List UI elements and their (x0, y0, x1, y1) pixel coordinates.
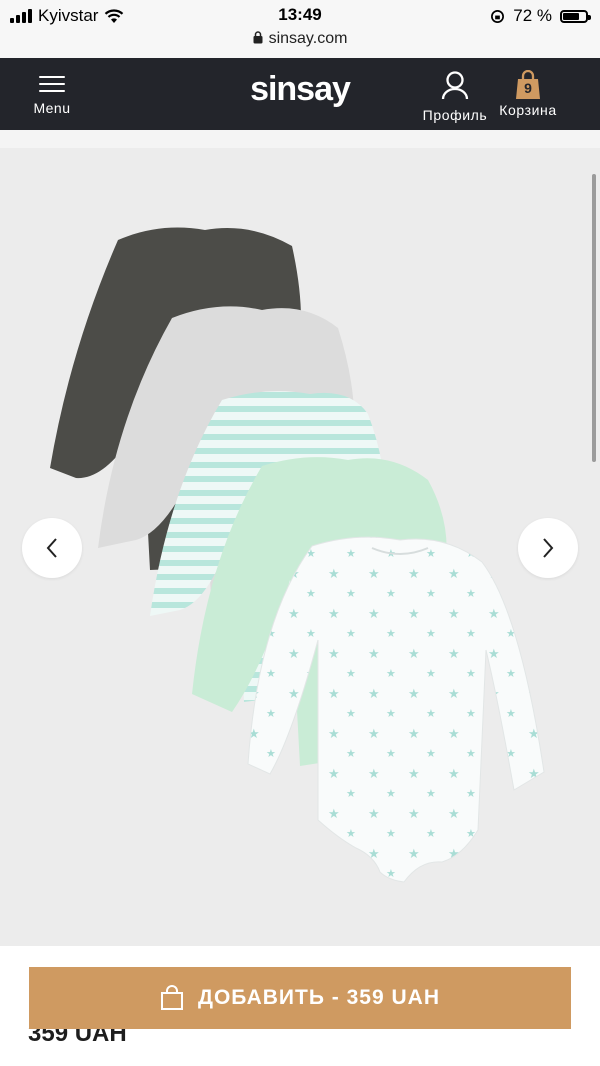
add-to-cart-button[interactable]: ДОБАВИТЬ - 359 UAH (29, 967, 571, 1029)
cart-button[interactable]: 9 Корзина (494, 69, 562, 118)
cart-bag-icon: 9 (515, 69, 541, 100)
battery-icon (560, 9, 591, 23)
site-header: Menu sinsay Профиль 9 Корзина (0, 58, 600, 130)
bodysuit-white-stars (247, 536, 545, 883)
lock-icon (253, 31, 263, 44)
cart-label: Корзина (499, 102, 557, 118)
profile-button[interactable]: Профиль (420, 70, 490, 123)
user-icon (441, 71, 469, 100)
chevron-right-icon (543, 538, 554, 558)
battery-percent: 72 % (513, 6, 552, 25)
cart-count-badge: 9 (524, 80, 532, 96)
status-bar: Kyivstar 13:49 72 % sinsay.com (0, 0, 600, 59)
previous-image-button[interactable] (22, 518, 82, 578)
url-text: sinsay.com (268, 30, 348, 47)
header-gap (0, 130, 600, 148)
profile-label: Профиль (422, 107, 488, 123)
orientation-lock-icon (491, 9, 505, 23)
add-to-cart-label: ДОБАВИТЬ - 359 UAH (198, 986, 440, 1009)
address-bar[interactable]: sinsay.com (0, 30, 600, 48)
product-image-gallery[interactable]: ★ ★ (0, 148, 600, 946)
status-right: 72 % (490, 6, 591, 26)
chevron-left-icon (46, 538, 57, 558)
product-image: ★ ★ (50, 227, 545, 883)
gallery-scrollbar[interactable] (592, 174, 596, 462)
next-image-button[interactable] (518, 518, 578, 578)
shopping-bag-icon (161, 985, 184, 1010)
